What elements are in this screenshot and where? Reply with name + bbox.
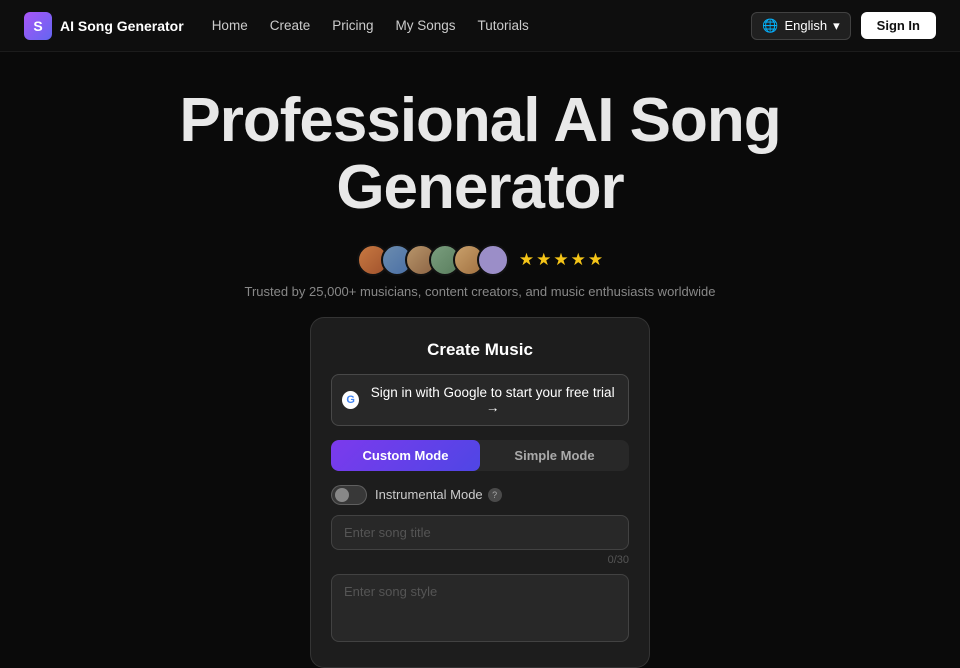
song-title-input[interactable]: [331, 515, 629, 550]
nav-home[interactable]: Home: [212, 18, 248, 33]
navbar: S AI Song Generator Home Create Pricing …: [0, 0, 960, 52]
nav-tutorials[interactable]: Tutorials: [478, 18, 529, 33]
toggle-knob: [335, 488, 349, 502]
globe-icon: 🌐: [762, 18, 778, 34]
google-sign-in-button[interactable]: G Sign in with Google to start your free…: [331, 374, 629, 426]
logo-letter: S: [33, 18, 42, 34]
logo[interactable]: S AI Song Generator: [24, 12, 184, 40]
star-2: ★: [536, 250, 551, 270]
instrumental-toggle[interactable]: [331, 485, 367, 505]
instrumental-label-text: Instrumental Mode: [375, 487, 483, 502]
simple-mode-button[interactable]: Simple Mode: [480, 440, 629, 471]
char-count: 0/30: [331, 554, 629, 566]
card-title: Create Music: [331, 340, 629, 360]
song-style-textarea[interactable]: [331, 574, 629, 642]
hero-title-line1: Professional AI Song: [179, 86, 780, 155]
hero-title: Professional AI Song Generator: [179, 88, 780, 222]
instrumental-label: Instrumental Mode ?: [375, 487, 502, 502]
sign-in-button[interactable]: Sign In: [861, 12, 936, 39]
logo-icon: S: [24, 12, 52, 40]
info-icon[interactable]: ?: [488, 488, 502, 502]
hero-title-line2: Generator: [336, 153, 623, 222]
language-label: English: [784, 18, 827, 33]
instrumental-row: Instrumental Mode ?: [331, 485, 629, 505]
nav-my-songs[interactable]: My Songs: [396, 18, 456, 33]
star-5: ★: [588, 250, 603, 270]
trusted-text: Trusted by 25,000+ musicians, content cr…: [244, 284, 715, 299]
google-icon: G: [342, 391, 359, 409]
star-4: ★: [571, 250, 586, 270]
avatar: [477, 244, 509, 276]
star-3: ★: [553, 250, 568, 270]
create-music-card: Create Music G Sign in with Google to st…: [310, 317, 650, 668]
avatar-group: [357, 244, 509, 276]
google-btn-label: Sign in with Google to start your free t…: [367, 385, 618, 415]
nav-pricing[interactable]: Pricing: [332, 18, 373, 33]
hero-section: Professional AI Song Generator ★ ★ ★ ★ ★…: [0, 52, 960, 668]
nav-create[interactable]: Create: [270, 18, 311, 33]
social-proof-row: ★ ★ ★ ★ ★: [357, 244, 603, 276]
language-selector[interactable]: 🌐 English ▾: [751, 12, 850, 40]
custom-mode-button[interactable]: Custom Mode: [331, 440, 480, 471]
chevron-down-icon: ▾: [833, 18, 840, 34]
star-rating: ★ ★ ★ ★ ★: [519, 250, 603, 270]
mode-toggle: Custom Mode Simple Mode: [331, 440, 629, 471]
app-name: AI Song Generator: [60, 18, 184, 34]
star-1: ★: [519, 250, 534, 270]
